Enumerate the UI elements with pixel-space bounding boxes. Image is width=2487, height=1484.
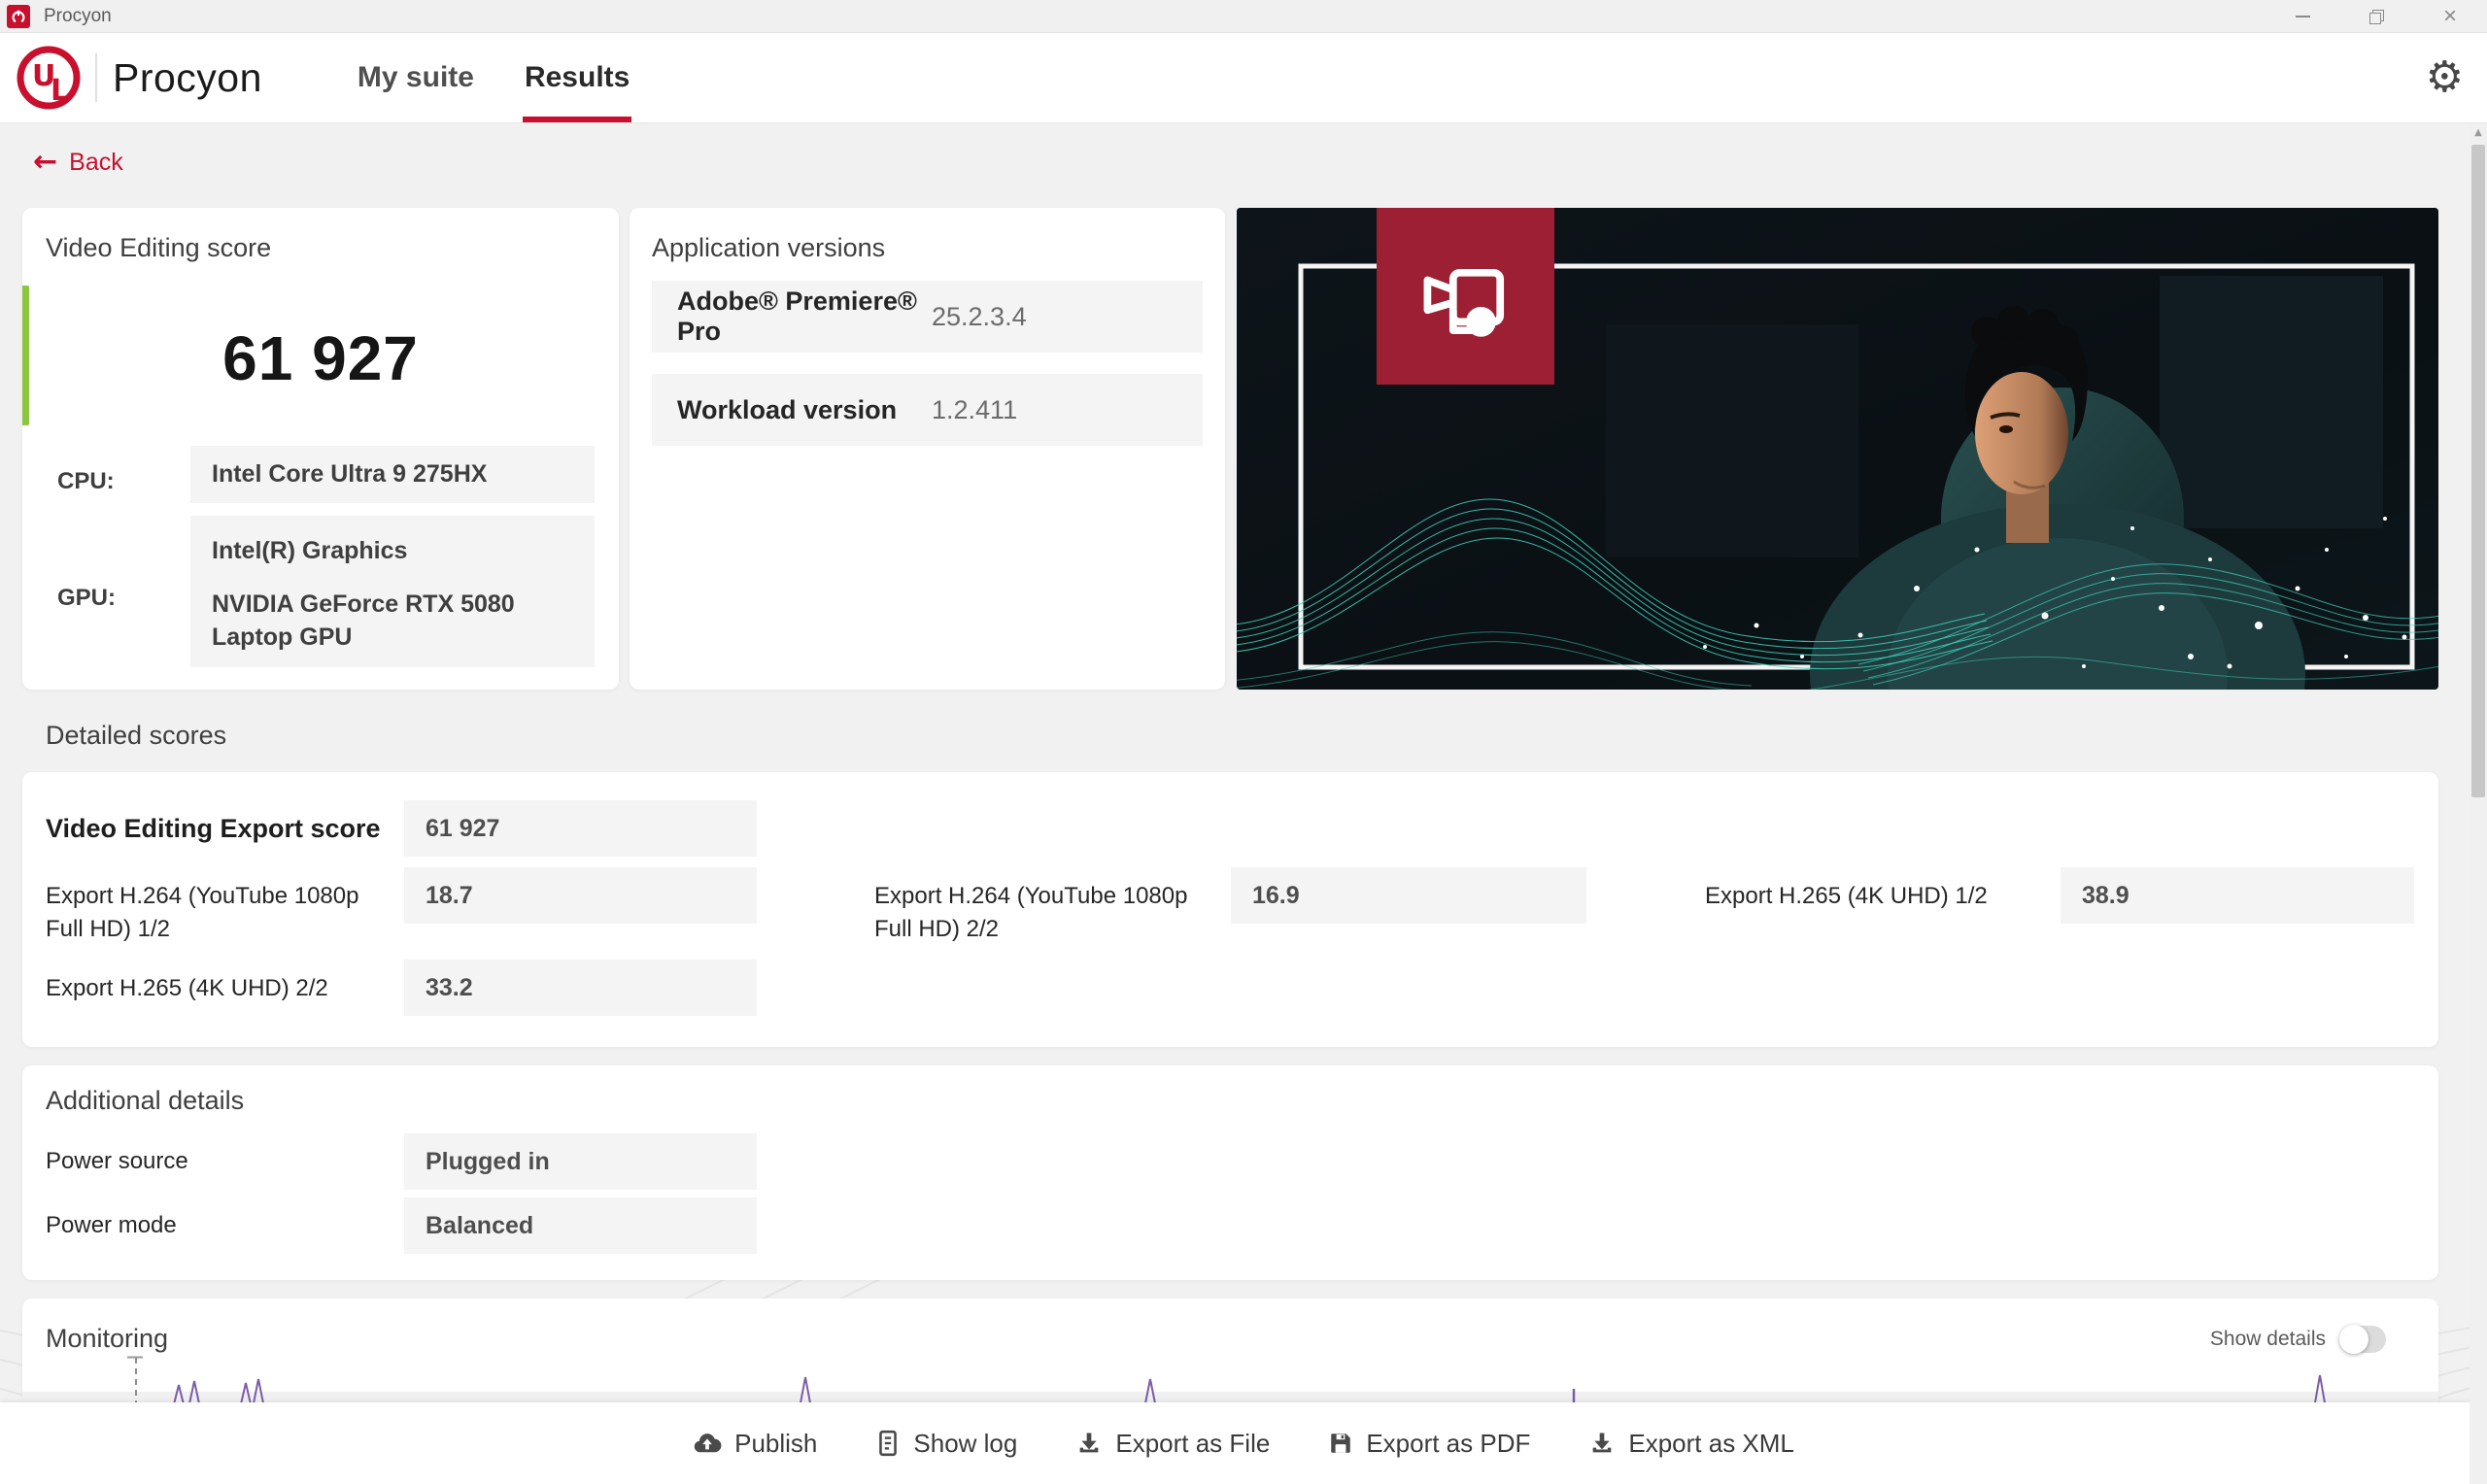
power-source-label: Power source — [46, 1148, 188, 1175]
power-source-value-box: Plugged in — [404, 1133, 757, 1190]
score-cell-value-box: 18.7 — [404, 867, 757, 924]
export-as-pdf-label: Export as PDF — [1366, 1429, 1530, 1459]
show-log-label: Show log — [913, 1429, 1017, 1459]
export-as-file-label: Export as File — [1115, 1429, 1270, 1459]
hero-image — [1237, 208, 2438, 690]
video-editing-score-card: Video Editing score 61 927 CPU: Intel Co… — [22, 208, 619, 690]
main-nav: My suite Results — [309, 33, 631, 122]
power-mode-value-box: Balanced — [404, 1197, 757, 1254]
minimize-button[interactable] — [2266, 0, 2339, 33]
export-as-xml-button[interactable]: Export as XML — [1588, 1429, 1794, 1459]
publish-label: Publish — [734, 1429, 817, 1459]
detailed-scores-heading: Detailed scores — [46, 721, 226, 751]
scrollbar-thumb[interactable] — [2471, 145, 2485, 797]
score-cell-value-box: 38.9 — [2061, 867, 2414, 924]
additional-details-title: Additional details — [46, 1086, 244, 1116]
cloud-upload-icon — [693, 1432, 722, 1455]
back-button[interactable]: ← Back — [33, 148, 123, 177]
svg-text:L: L — [51, 74, 69, 108]
version-value: 25.2.3.4 — [932, 302, 1027, 332]
show-log-button[interactable]: Show log — [875, 1429, 1017, 1459]
score-cell-label: Export H.265 (4K UHD) 1/2 — [1705, 880, 2040, 913]
cpu-label: CPU: — [57, 468, 115, 495]
window-titlebar: Procyon × — [0, 0, 2487, 33]
ul-logo: U L — [16, 42, 82, 114]
application-versions-card: Application versions Adobe® Premiere® Pr… — [630, 208, 1225, 690]
export-as-pdf-button[interactable]: Export as PDF — [1328, 1429, 1530, 1459]
version-row: Workload version 1.2.411 — [652, 374, 1203, 446]
score-cell-label: Export H.264 (YouTube 1080p Full HD) 1/2 — [46, 880, 381, 945]
tab-results[interactable]: Results — [523, 33, 631, 122]
score-cell-label: Export H.264 (YouTube 1080p Full HD) 2/2 — [874, 880, 1209, 945]
footer-toolbar: Publish Show log Export as File — [0, 1402, 2487, 1484]
gpu-value-box: Intel(R) Graphics NVIDIA GeForce RTX 508… — [190, 516, 595, 667]
gpu-value-1: Intel(R) Graphics — [212, 537, 573, 565]
restore-icon — [2369, 10, 2384, 24]
video-editing-badge — [1377, 208, 1554, 385]
video-camera-icon — [1413, 243, 1519, 350]
brand-divider — [95, 53, 97, 102]
score-cell-label: Export H.265 (4K UHD) 2/2 — [46, 972, 381, 1005]
version-row: Adobe® Premiere® Pro 25.2.3.4 — [652, 281, 1203, 353]
restore-button[interactable] — [2339, 0, 2413, 33]
cpu-value-box: Intel Core Ultra 9 275HX — [190, 446, 595, 503]
detailed-scores-card: Video Editing Export score 61 927 Export… — [22, 772, 2438, 1047]
gpu-label: GPU: — [57, 585, 116, 612]
additional-details-card: Additional details Power source Plugged … — [22, 1065, 2438, 1280]
close-button[interactable]: × — [2413, 0, 2487, 33]
document-icon — [875, 1430, 901, 1457]
score-cell-value-box: 33.2 — [404, 960, 757, 1016]
gpu-value-2: NVIDIA GeForce RTX 5080 Laptop GPU — [212, 589, 573, 655]
window-title: Procyon — [44, 6, 112, 27]
version-label: Adobe® Premiere® Pro — [677, 287, 932, 347]
procyon-app: Procyon × U L Procyon My suite Results ⚙… — [0, 0, 2487, 1484]
export-as-file-button[interactable]: Export as File — [1075, 1429, 1270, 1459]
download-icon — [1588, 1430, 1616, 1457]
overall-score-value: 61 927 — [22, 322, 619, 394]
minimize-icon — [2296, 16, 2310, 17]
export-score-value-box: 61 927 — [404, 800, 757, 857]
app-icon — [7, 5, 30, 28]
show-details-label: Show details — [2210, 1328, 2326, 1351]
tab-my-suite[interactable]: My suite — [356, 33, 476, 122]
download-icon — [1075, 1430, 1103, 1457]
publish-button[interactable]: Publish — [693, 1429, 817, 1459]
monitoring-title: Monitoring — [46, 1324, 168, 1354]
gear-icon[interactable]: ⚙ — [2426, 56, 2464, 99]
scroll-up-arrow[interactable]: ▲ — [2470, 127, 2487, 138]
show-details-toggle[interactable] — [2341, 1326, 2386, 1353]
score-card-title: Video Editing score — [46, 233, 271, 263]
vertical-scrollbar[interactable]: ▲ — [2470, 123, 2487, 1484]
back-label: Back — [69, 149, 123, 177]
toggle-knob — [2339, 1325, 2368, 1354]
close-icon: × — [2443, 5, 2457, 28]
export-score-label: Video Editing Export score — [46, 811, 405, 848]
app-header: U L Procyon My suite Results ⚙ — [0, 33, 2487, 123]
score-cell-value-box: 16.9 — [1231, 867, 1586, 924]
versions-card-title: Application versions — [652, 233, 885, 263]
power-mode-label: Power mode — [46, 1212, 177, 1239]
back-arrow-icon: ← — [33, 148, 57, 177]
brand-title: Procyon — [113, 55, 262, 101]
export-as-xml-label: Export as XML — [1628, 1429, 1794, 1459]
version-value: 1.2.411 — [932, 395, 1017, 425]
version-label: Workload version — [677, 395, 932, 425]
save-icon — [1328, 1431, 1353, 1456]
